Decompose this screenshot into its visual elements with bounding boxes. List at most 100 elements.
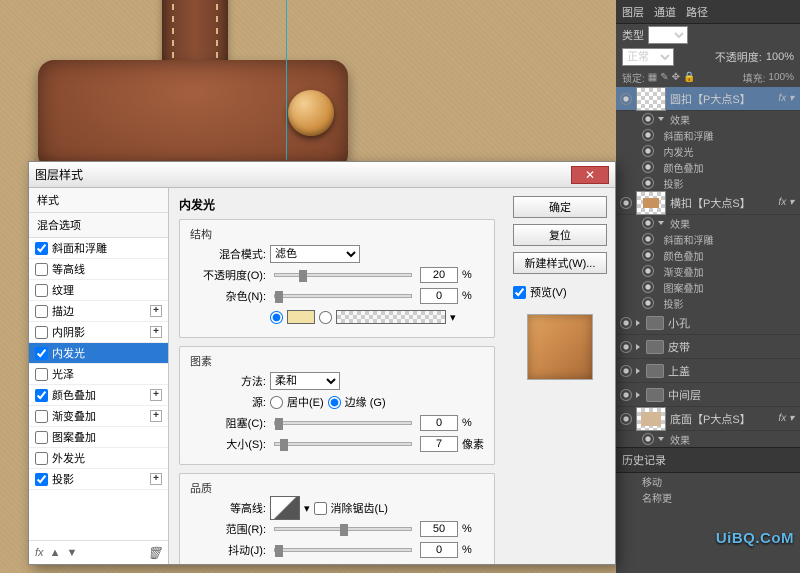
- size-slider[interactable]: [274, 442, 412, 446]
- disclosure-icon[interactable]: [636, 344, 640, 350]
- history-item[interactable]: 名称更: [616, 489, 800, 505]
- tab-layers[interactable]: 图层: [622, 4, 644, 20]
- chevron-down-icon[interactable]: ▾: [304, 502, 310, 515]
- visibility-icon[interactable]: [642, 217, 654, 229]
- style-checkbox[interactable]: [35, 368, 48, 381]
- style-checkbox[interactable]: [35, 242, 48, 255]
- arrow-up-icon[interactable]: ▲: [50, 547, 61, 559]
- color-swatch[interactable]: [287, 310, 315, 324]
- visibility-icon[interactable]: [642, 145, 654, 157]
- new-style-button[interactable]: 新建样式(W)...: [513, 252, 607, 274]
- blend-mode-select[interactable]: 滤色: [270, 245, 360, 263]
- layer-row[interactable]: 横扣【P大点S】fx ▾: [616, 191, 800, 215]
- style-item-内阴影[interactable]: 内阴影+: [29, 322, 168, 343]
- chevron-down-icon[interactable]: ▾: [450, 311, 456, 324]
- ok-button[interactable]: 确定: [513, 196, 607, 218]
- lock-trans-icon[interactable]: ▦: [648, 72, 657, 83]
- arrow-down-icon[interactable]: ▼: [66, 547, 77, 559]
- noise-input[interactable]: [420, 288, 458, 304]
- visibility-icon[interactable]: [642, 113, 654, 125]
- visibility-icon[interactable]: [620, 341, 632, 353]
- style-item-渐变叠加[interactable]: 渐变叠加+: [29, 406, 168, 427]
- add-icon[interactable]: +: [150, 326, 162, 338]
- style-item-纹理[interactable]: 纹理: [29, 280, 168, 301]
- add-icon[interactable]: +: [150, 389, 162, 401]
- range-slider[interactable]: [274, 527, 412, 531]
- preview-checkbox[interactable]: [513, 286, 526, 299]
- disclosure-icon[interactable]: [636, 320, 640, 326]
- blend-mode-select[interactable]: 正常: [622, 48, 674, 66]
- add-icon[interactable]: +: [150, 305, 162, 317]
- add-icon[interactable]: +: [150, 410, 162, 422]
- style-item-光泽[interactable]: 光泽: [29, 364, 168, 385]
- contour-picker[interactable]: [270, 496, 300, 520]
- fx-badge[interactable]: fx ▾: [778, 413, 796, 424]
- style-item-投影[interactable]: 投影+: [29, 469, 168, 490]
- style-checkbox[interactable]: [35, 452, 48, 465]
- layer-row[interactable]: 小孔: [616, 311, 800, 335]
- opacity-input[interactable]: [420, 267, 458, 283]
- visibility-icon[interactable]: [642, 129, 654, 141]
- visibility-icon[interactable]: [620, 365, 632, 377]
- effect-item[interactable]: 斜面和浮雕: [616, 127, 800, 143]
- blend-options[interactable]: 混合选项: [29, 213, 168, 238]
- fx-menu[interactable]: fx: [35, 547, 44, 559]
- layer-row[interactable]: 底面【P大点S】fx ▾: [616, 407, 800, 431]
- style-checkbox[interactable]: [35, 263, 48, 276]
- style-item-等高线[interactable]: 等高线: [29, 259, 168, 280]
- source-center-radio[interactable]: [270, 396, 283, 409]
- style-checkbox[interactable]: [35, 326, 48, 339]
- gradient-swatch[interactable]: [336, 310, 446, 324]
- noise-slider[interactable]: [274, 294, 412, 298]
- effect-item[interactable]: 投影: [616, 175, 800, 191]
- effect-item[interactable]: 图案叠加: [616, 279, 800, 295]
- cancel-button[interactable]: 复位: [513, 224, 607, 246]
- layer-row[interactable]: 圆扣【P大点S】fx ▾: [616, 87, 800, 111]
- effect-item[interactable]: 内发光: [616, 143, 800, 159]
- effects-header[interactable]: 效果: [616, 215, 800, 231]
- fx-badge[interactable]: fx ▾: [778, 93, 796, 104]
- source-edge-radio[interactable]: [328, 396, 341, 409]
- visibility-icon[interactable]: [642, 249, 654, 261]
- visibility-icon[interactable]: [620, 389, 632, 401]
- gradient-radio[interactable]: [319, 311, 332, 324]
- style-item-外发光[interactable]: 外发光: [29, 448, 168, 469]
- effects-header[interactable]: 效果: [616, 431, 800, 447]
- visibility-icon[interactable]: [620, 413, 632, 425]
- tab-paths[interactable]: 路径: [686, 4, 708, 20]
- styles-header[interactable]: 样式: [29, 188, 168, 213]
- visibility-icon[interactable]: [620, 317, 632, 329]
- jitter-slider[interactable]: [274, 548, 412, 552]
- opacity-value[interactable]: 100%: [766, 51, 794, 63]
- style-checkbox[interactable]: [35, 284, 48, 297]
- style-item-斜面和浮雕[interactable]: 斜面和浮雕: [29, 238, 168, 259]
- visibility-icon[interactable]: [642, 233, 654, 245]
- history-item[interactable]: 移动: [616, 473, 800, 489]
- choke-input[interactable]: [420, 415, 458, 431]
- antialias-checkbox[interactable]: [314, 502, 327, 515]
- effect-item[interactable]: 颜色叠加: [616, 247, 800, 263]
- visibility-icon[interactable]: [620, 93, 632, 105]
- add-icon[interactable]: +: [150, 473, 162, 485]
- tab-channels[interactable]: 通道: [654, 4, 676, 20]
- kind-filter[interactable]: [648, 26, 688, 44]
- style-checkbox[interactable]: [35, 389, 48, 402]
- color-radio[interactable]: [270, 311, 283, 324]
- opacity-slider[interactable]: [274, 273, 412, 277]
- style-item-描边[interactable]: 描边+: [29, 301, 168, 322]
- preview-toggle[interactable]: 预览(V): [513, 284, 607, 300]
- visibility-icon[interactable]: [642, 297, 654, 309]
- jitter-input[interactable]: [420, 542, 458, 558]
- style-item-颜色叠加[interactable]: 颜色叠加+: [29, 385, 168, 406]
- technique-select[interactable]: 柔和: [270, 372, 340, 390]
- visibility-icon[interactable]: [620, 197, 632, 209]
- choke-slider[interactable]: [274, 421, 412, 425]
- visibility-icon[interactable]: [642, 433, 654, 445]
- close-button[interactable]: ✕: [571, 166, 609, 184]
- disclosure-icon[interactable]: [636, 392, 640, 398]
- layer-row[interactable]: 皮带: [616, 335, 800, 359]
- style-checkbox[interactable]: [35, 431, 48, 444]
- lock-all-icon[interactable]: 🔒: [683, 72, 695, 83]
- effect-item[interactable]: 渐变叠加: [616, 263, 800, 279]
- visibility-icon[interactable]: [642, 177, 654, 189]
